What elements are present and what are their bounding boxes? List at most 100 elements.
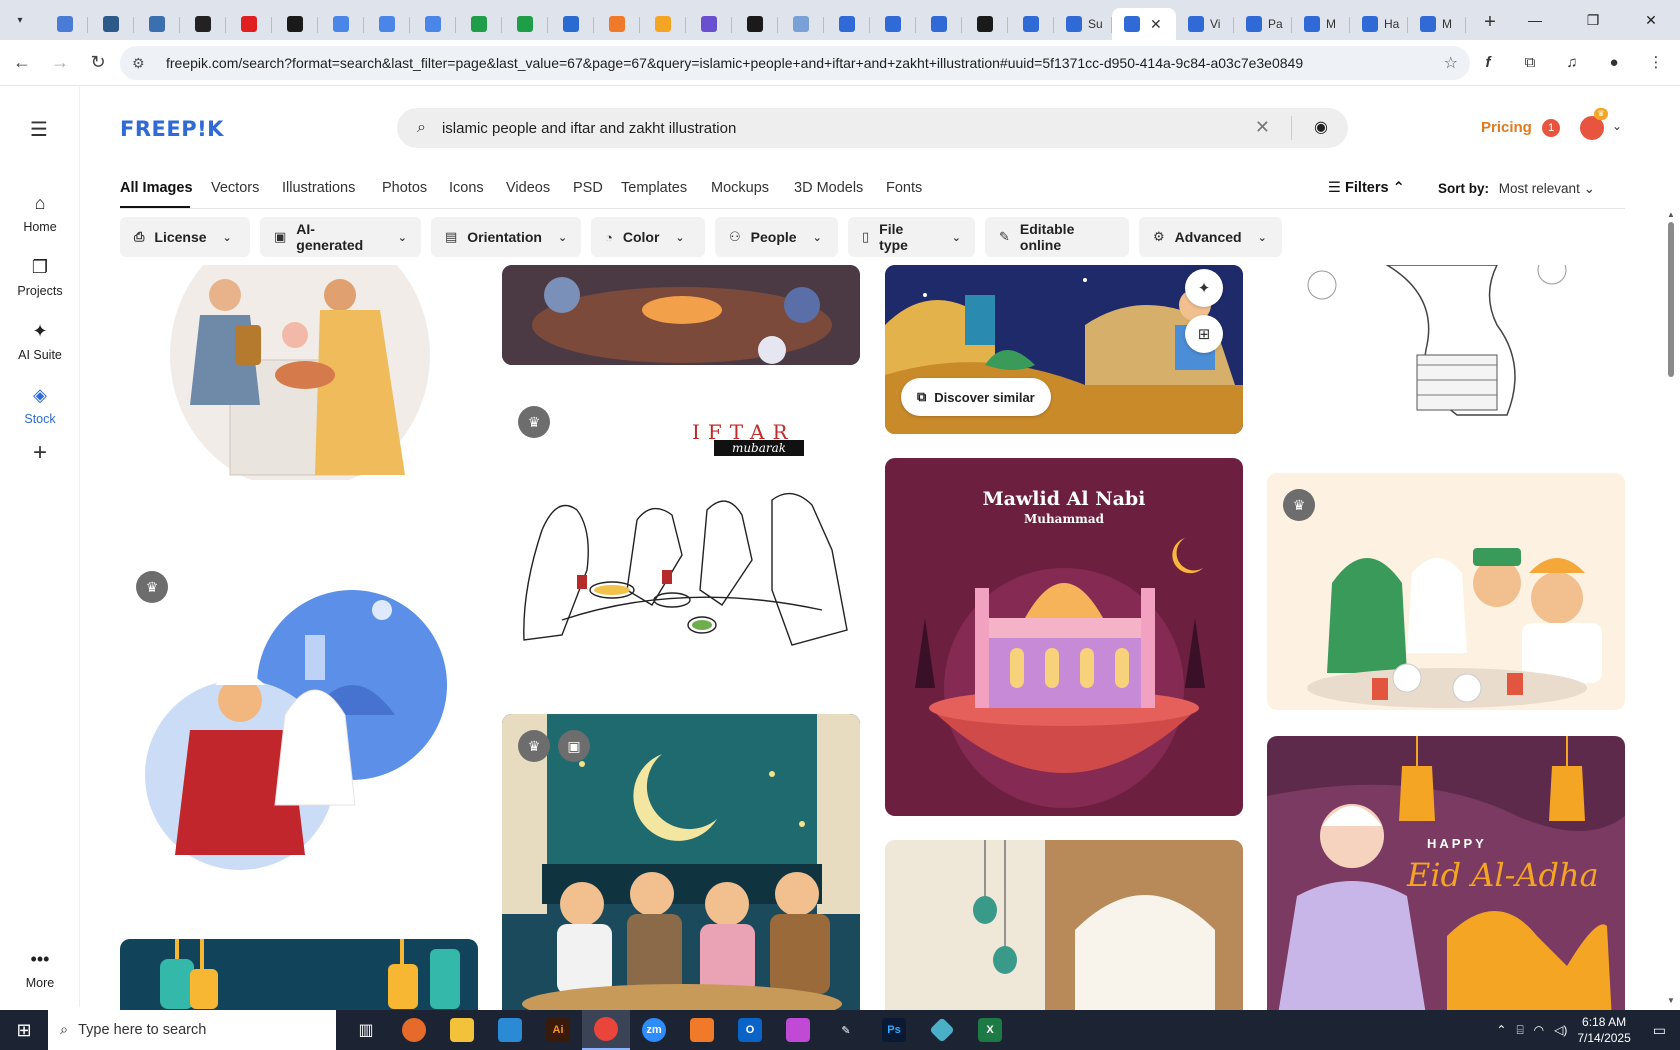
windows-start-icon[interactable]: ⊞	[0, 1010, 48, 1050]
chip-file-type[interactable]: ▯ File type ⌄	[848, 217, 975, 257]
chip-people[interactable]: ⚇ People ⌄	[715, 217, 838, 257]
tab-illustrations[interactable]: Illustrations	[282, 180, 355, 196]
chip-color[interactable]: ◔ Color ⌄	[591, 217, 705, 257]
chip-license[interactable]: ⎙ License ⌄	[120, 217, 250, 257]
back-button[interactable]: ←	[6, 47, 38, 79]
notification-badge[interactable]: 1	[1542, 119, 1560, 137]
address-bar[interactable]: ⚙ freepik.com/search?format=search&last_…	[120, 46, 1470, 80]
browser-tab[interactable]: Ha	[1350, 8, 1408, 40]
clear-search-icon[interactable]: ✕	[1255, 117, 1270, 138]
extensions-puzzle-icon[interactable]: ⧉	[1516, 48, 1544, 76]
system-clock[interactable]: 6:18 AM 7/14/2025	[1577, 1014, 1630, 1046]
browser-tab[interactable]	[732, 8, 778, 40]
tab-all-images[interactable]: All Images	[120, 180, 193, 196]
browser-tab[interactable]	[686, 8, 732, 40]
notifications-icon[interactable]: ▭	[1653, 1022, 1666, 1039]
close-tab-icon[interactable]: ✕	[1150, 16, 1162, 33]
file-explorer-icon[interactable]	[438, 1010, 486, 1050]
search-input[interactable]: islamic people and iftar and zakht illus…	[442, 120, 736, 137]
browser-tab[interactable]	[180, 8, 226, 40]
restore-button[interactable]: ❐	[1564, 0, 1622, 40]
tray-chevron-icon[interactable]: ⌃	[1496, 1023, 1506, 1037]
new-tab-button[interactable]: +	[1474, 6, 1506, 38]
ai-tools-button[interactable]: ✦	[1185, 269, 1223, 307]
result-card[interactable]: ♛	[1267, 473, 1625, 710]
browser-tab[interactable]	[364, 8, 410, 40]
browser-tab[interactable]: Pa	[1234, 8, 1292, 40]
result-card[interactable]	[120, 939, 478, 1010]
browser-tab-active[interactable]: ✕	[1112, 8, 1176, 40]
pricing-link[interactable]: Pricing	[1481, 119, 1532, 136]
result-card[interactable]	[1267, 265, 1625, 420]
bookmark-star-icon[interactable]: ☆	[1444, 53, 1458, 73]
reload-button[interactable]: ↻	[82, 47, 114, 79]
chip-orientation[interactable]: ▤ Orientation ⌄	[431, 217, 581, 257]
page-scrollbar[interactable]: ▲ ▼	[1665, 210, 1677, 1005]
minimize-button[interactable]: —	[1506, 0, 1564, 40]
browser-tab[interactable]	[502, 8, 548, 40]
tab-photos[interactable]: Photos	[382, 180, 427, 196]
wifi-icon[interactable]: ◠	[1534, 1023, 1544, 1037]
browser-tab[interactable]: M	[1408, 8, 1466, 40]
search-bar[interactable]: ⌕ islamic people and iftar and zakht ill…	[397, 108, 1348, 148]
tab-templates[interactable]: Templates	[621, 180, 687, 196]
sidebar-item-stock[interactable]: ◈ Stock	[0, 385, 80, 426]
tab-fonts[interactable]: Fonts	[886, 180, 922, 196]
browser-tab[interactable]	[870, 8, 916, 40]
scroll-up-arrow-icon[interactable]: ▲	[1667, 210, 1675, 219]
sidebar-item-more[interactable]: ••• More	[0, 949, 80, 990]
illustrator-icon[interactable]: Ai	[534, 1010, 582, 1050]
sidebar-item-ai-suite[interactable]: ✦ AI Suite	[0, 321, 80, 362]
browser-tab[interactable]	[226, 8, 272, 40]
browser-menu-icon[interactable]: ⋮	[1642, 48, 1670, 76]
browser-tab[interactable]	[134, 8, 180, 40]
browser-tab[interactable]: Su	[1054, 8, 1112, 40]
browser-tab[interactable]	[962, 8, 1008, 40]
browser-tab[interactable]	[42, 8, 88, 40]
camera-search-icon[interactable]: ◉	[1314, 117, 1328, 137]
close-window-button[interactable]: ✕	[1622, 0, 1680, 40]
site-info-icon[interactable]: ⚙	[132, 55, 152, 72]
browser-tab[interactable]: M	[1292, 8, 1350, 40]
font-extension-icon[interactable]: f	[1474, 48, 1502, 76]
browser-tab[interactable]	[640, 8, 686, 40]
user-avatar[interactable]: ♛	[1580, 108, 1608, 140]
media-control-icon[interactable]: ♫	[1558, 48, 1586, 76]
chip-advanced[interactable]: ⚙ Advanced ⌄	[1139, 217, 1282, 257]
tab-mockups[interactable]: Mockups	[711, 180, 769, 196]
browser-tab[interactable]	[88, 8, 134, 40]
browser-tab[interactable]	[824, 8, 870, 40]
outlook-icon[interactable]: O	[726, 1010, 774, 1050]
profile-avatar-icon[interactable]: ●	[1600, 48, 1628, 76]
xampp-icon[interactable]	[678, 1010, 726, 1050]
browser-tab[interactable]	[548, 8, 594, 40]
browser-tab[interactable]	[318, 8, 364, 40]
browser-tab[interactable]: Vi	[1176, 8, 1234, 40]
freepik-logo[interactable]: FREEP!K	[120, 117, 224, 141]
browser-tab[interactable]	[456, 8, 502, 40]
network-icon[interactable]: ⌸	[1516, 1023, 1523, 1038]
browser-tab[interactable]	[594, 8, 640, 40]
excel-icon[interactable]: X	[966, 1010, 1014, 1050]
task-view-icon[interactable]: ▥	[342, 1010, 390, 1050]
forward-button[interactable]: →	[44, 47, 76, 79]
result-card[interactable]: ✦ ⊞ ⧉ Discover similar	[885, 265, 1243, 434]
pen-tool-icon[interactable]: ✎	[822, 1010, 870, 1050]
tab-psd[interactable]: PSD	[573, 180, 603, 196]
result-card[interactable]: ♛	[120, 565, 478, 875]
vscode-icon[interactable]	[486, 1010, 534, 1050]
result-card[interactable]	[502, 265, 860, 365]
browser-tab[interactable]	[916, 8, 962, 40]
firefox-icon[interactable]	[390, 1010, 438, 1050]
taskbar-search[interactable]: ⌕ Type here to search	[48, 1010, 336, 1050]
chip-ai-generated[interactable]: ▣ AI-generated ⌄	[260, 217, 421, 257]
sidebar-item-home[interactable]: ⌂ Home	[0, 193, 80, 234]
browser-tab[interactable]	[778, 8, 824, 40]
tab-3d-models[interactable]: 3D Models	[794, 180, 863, 196]
browser-tab[interactable]	[410, 8, 456, 40]
paint-icon[interactable]	[774, 1010, 822, 1050]
zoom-icon[interactable]: zm	[630, 1010, 678, 1050]
result-card[interactable]: HAPPY Eid Al-Adha	[1267, 736, 1625, 1010]
scroll-down-arrow-icon[interactable]: ▼	[1667, 996, 1675, 1005]
filters-toggle[interactable]: ☰ Filters ⌃	[1328, 180, 1405, 196]
